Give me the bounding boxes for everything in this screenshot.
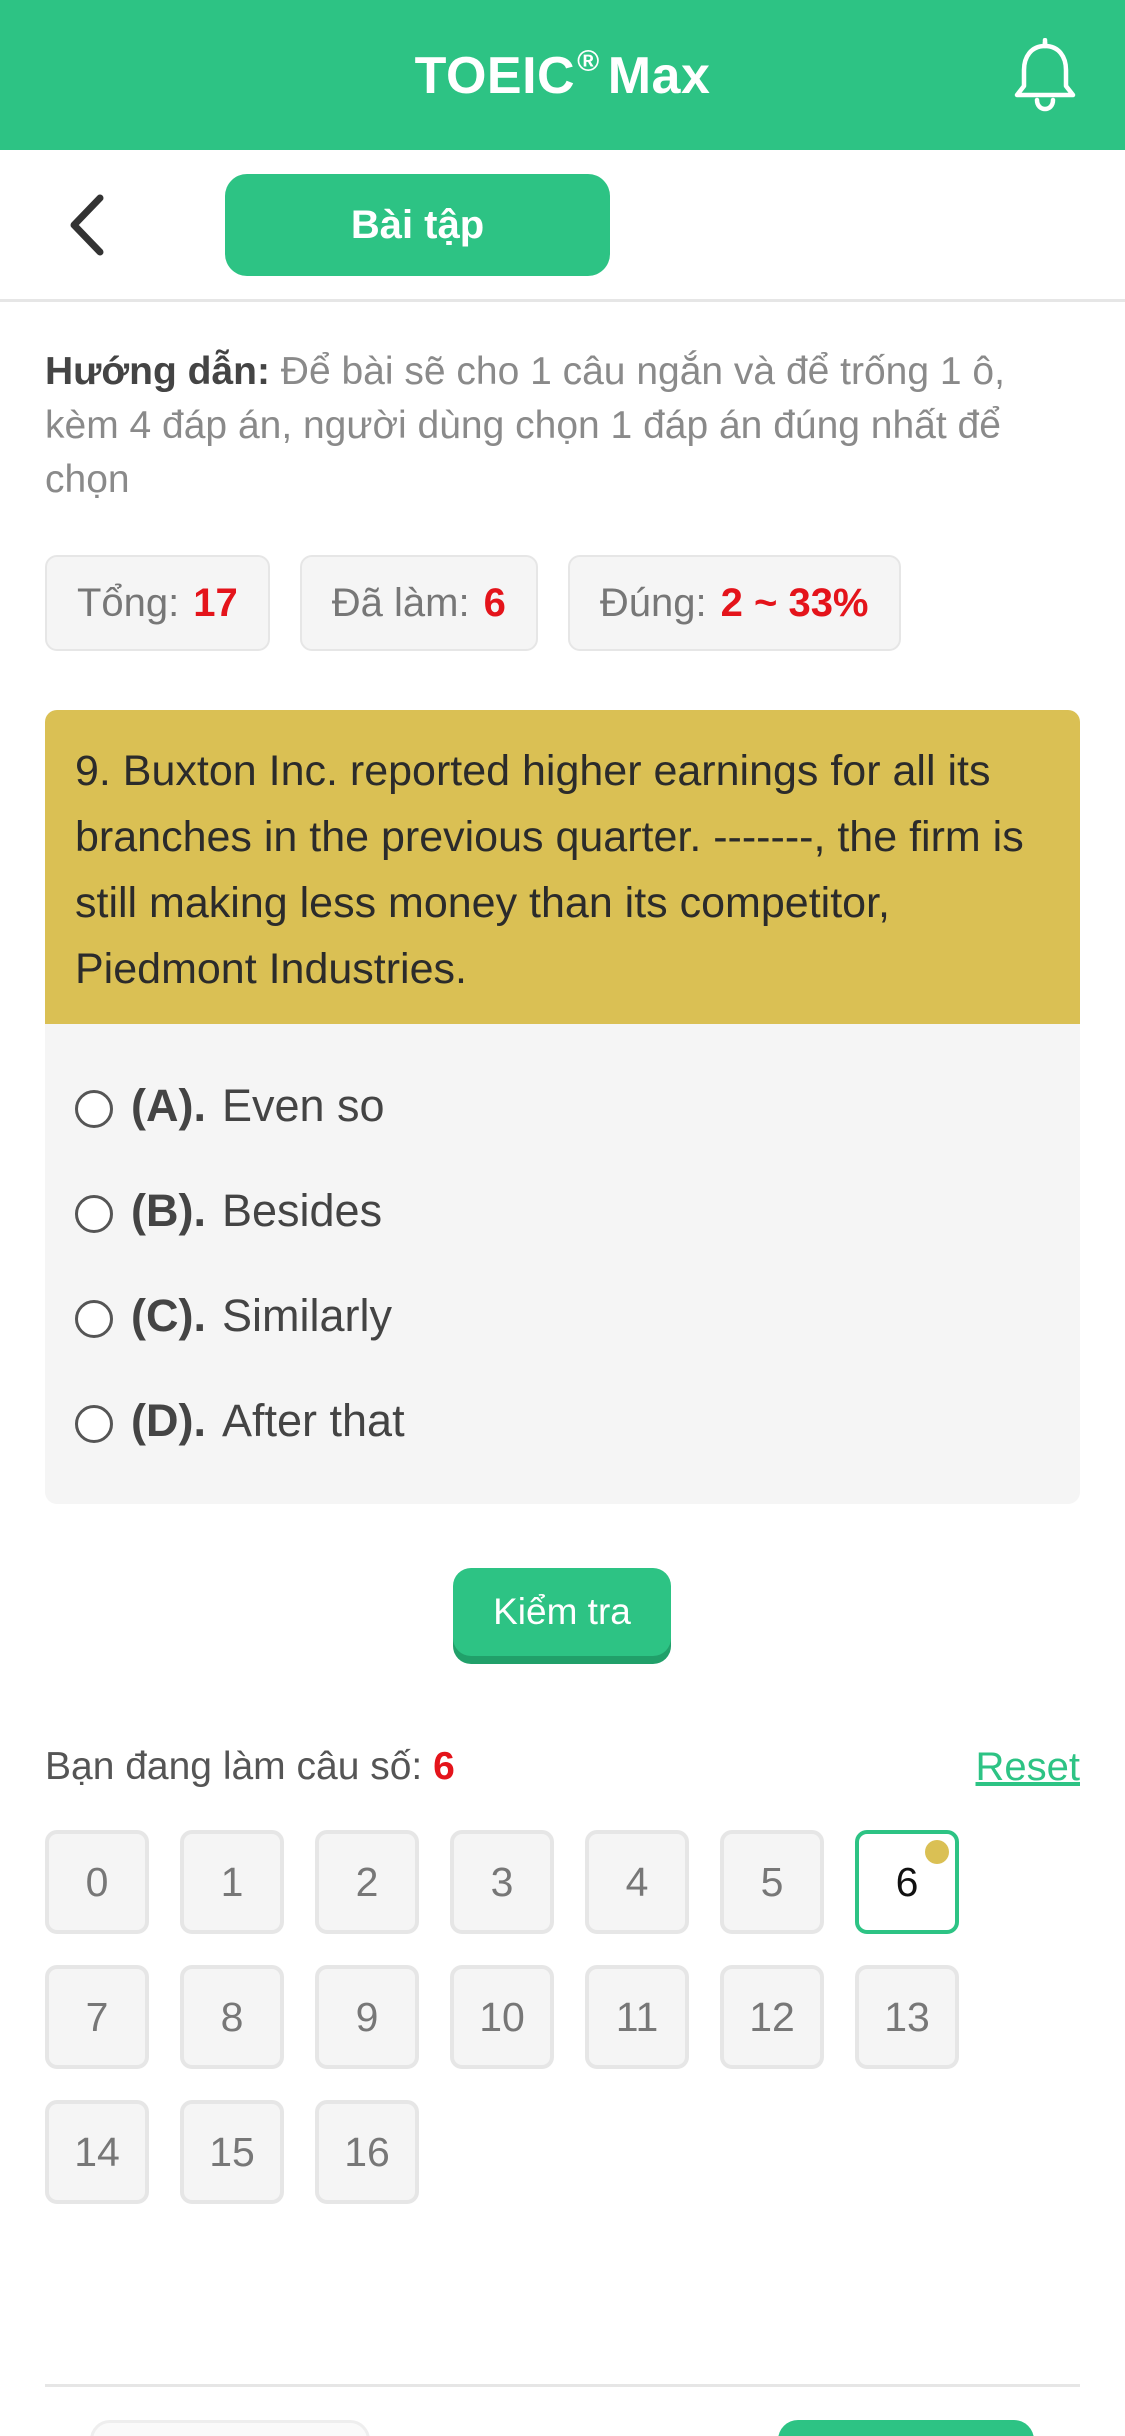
radio-button[interactable] xyxy=(75,1195,113,1233)
question-number-8[interactable]: 8 xyxy=(180,1965,284,2069)
question-number-10[interactable]: 10 xyxy=(450,1965,554,2069)
back-chevron-icon[interactable] xyxy=(62,190,112,260)
question-number-label: 0 xyxy=(85,1858,109,1905)
question-number-label: 15 xyxy=(209,2128,255,2175)
app-title-text: TOEIC xyxy=(414,46,576,105)
question-number-label: 9 xyxy=(355,1993,379,2040)
option-a[interactable]: (A). Even so xyxy=(45,1080,1080,1185)
question-number-13[interactable]: 13 xyxy=(855,1965,959,2069)
radio-button[interactable] xyxy=(75,1090,113,1128)
question-number-4[interactable]: 4 xyxy=(585,1830,689,1934)
stats-row: Tổng: 17 Đã làm: 6 Đúng: 2 ~ 33% xyxy=(45,555,901,651)
option-letter: (A). xyxy=(131,1080,206,1131)
question-number-1[interactable]: 1 xyxy=(180,1830,284,1934)
option-b[interactable]: (B). Besides xyxy=(45,1185,1080,1290)
option-letter: (C). xyxy=(131,1290,206,1341)
stat-done-value: 6 xyxy=(483,580,506,625)
question-number-0[interactable]: 0 xyxy=(45,1830,149,1934)
question-number-15[interactable]: 15 xyxy=(180,2100,284,2204)
stat-correct-value: 2 ~ 33% xyxy=(720,580,869,625)
app-title: TOEIC® Max xyxy=(415,45,711,106)
question-number-label: 2 xyxy=(355,1858,379,1905)
question-number-label: 11 xyxy=(615,1993,659,2040)
option-c[interactable]: (C). Similarly xyxy=(45,1290,1080,1395)
question-number-label: 1 xyxy=(220,1858,244,1905)
tab-exercise[interactable]: Bài tập xyxy=(225,174,610,276)
radio-button[interactable] xyxy=(75,1300,113,1338)
question-number-16[interactable]: 16 xyxy=(315,2100,419,2204)
question-number-9[interactable]: 9 xyxy=(315,1965,419,2069)
previous-button[interactable] xyxy=(90,2420,370,2436)
current-question: Bạn đang làm câu số: 6 xyxy=(45,1745,455,1789)
stat-total-value: 17 xyxy=(193,580,238,625)
instructions-label: Hướng dẫn: xyxy=(45,350,270,393)
next-button[interactable] xyxy=(778,2420,1034,2436)
option-text: Besides xyxy=(221,1185,383,1236)
stat-correct-label: Đúng: xyxy=(599,580,707,625)
sub-header: Bài tập xyxy=(0,150,1125,302)
divider xyxy=(45,2384,1080,2387)
app-bar: TOEIC® Max xyxy=(0,0,1125,150)
current-question-value: 6 xyxy=(433,1745,455,1788)
option-text: Even so xyxy=(221,1080,385,1131)
stat-total-label: Tổng: xyxy=(77,580,180,625)
question-text: 9. Buxton Inc. reported higher earnings … xyxy=(45,710,1080,1024)
stat-correct: Đúng: 2 ~ 33% xyxy=(567,555,901,651)
stat-total: Tổng: 17 xyxy=(45,555,270,651)
option-d[interactable]: (D). After that xyxy=(45,1395,1080,1500)
instructions: Hướng dẫn: Để bài sẽ cho 1 câu ngắn và đ… xyxy=(45,345,1085,507)
stat-done: Đã làm: 6 xyxy=(299,555,538,651)
question-number-7[interactable]: 7 xyxy=(45,1965,149,2069)
answer-options: (A). Even so (B). Besides (C). Similarly… xyxy=(45,1024,1080,1504)
question-number-label: 12 xyxy=(749,1993,795,2040)
question-number-6[interactable]: 6 xyxy=(855,1830,959,1934)
question-number-2[interactable]: 2 xyxy=(315,1830,419,1934)
stat-done-label: Đã làm: xyxy=(331,580,470,625)
question-number-label: 13 xyxy=(884,1993,930,2040)
reset-link[interactable]: Reset xyxy=(976,1745,1081,1790)
question-number-label: 3 xyxy=(490,1858,514,1905)
question-number-label: 14 xyxy=(74,2128,120,2175)
app-title-suffix: Max xyxy=(607,46,711,105)
question-number-label: 8 xyxy=(220,1993,244,2040)
option-text: After that xyxy=(221,1395,405,1446)
current-indicator-dot xyxy=(925,1840,949,1864)
question-number-label: 4 xyxy=(625,1858,649,1905)
question-number-12[interactable]: 12 xyxy=(720,1965,824,2069)
question-number-11[interactable]: 11 xyxy=(585,1965,689,2069)
question-number-label: 16 xyxy=(344,2128,390,2175)
registered-mark: ® xyxy=(577,44,600,78)
question-number-label: 6 xyxy=(895,1858,919,1905)
question-number-14[interactable]: 14 xyxy=(45,2100,149,2204)
radio-button[interactable] xyxy=(75,1405,113,1443)
question-number-label: 10 xyxy=(479,1993,525,2040)
bell-icon[interactable] xyxy=(1010,38,1080,113)
question-number-5[interactable]: 5 xyxy=(720,1830,824,1934)
question-number-3[interactable]: 3 xyxy=(450,1830,554,1934)
option-letter: (D). xyxy=(131,1395,206,1446)
question-number-label: 5 xyxy=(760,1858,784,1905)
option-letter: (B). xyxy=(131,1185,206,1236)
question-number-label: 7 xyxy=(85,1993,109,2040)
option-text: Similarly xyxy=(221,1290,392,1341)
check-button[interactable]: Kiểm tra xyxy=(453,1568,671,1656)
current-question-label: Bạn đang làm câu số: xyxy=(45,1745,423,1788)
